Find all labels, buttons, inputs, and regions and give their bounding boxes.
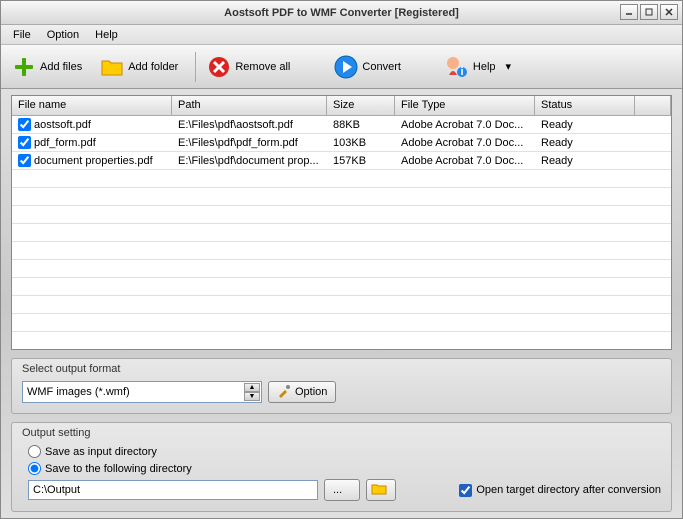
option-button[interactable]: Option [268, 381, 336, 403]
table-row[interactable]: pdf_form.pdf E:\Files\pdf\pdf_form.pdf103… [12, 134, 671, 152]
titlebar: Aostsoft PDF to WMF Converter [Registere… [1, 1, 682, 25]
close-button[interactable] [660, 4, 678, 20]
menu-option[interactable]: Option [39, 27, 87, 43]
format-label: Select output format [22, 363, 661, 375]
cell-type: Adobe Acrobat 7.0 Doc... [395, 153, 535, 169]
radio-save-as-input[interactable] [28, 445, 41, 458]
cell-filename: aostsoft.pdf [34, 119, 91, 131]
grid-header: File name Path Size File Type Status [12, 96, 671, 116]
cell-path: E:\Files\pdf\document prop... [172, 153, 327, 169]
table-row[interactable]: aostsoft.pdf E:\Files\pdf\aostsoft.pdf88K… [12, 116, 671, 134]
save-as-input-label: Save as input directory [45, 446, 157, 458]
empty-row [12, 260, 671, 278]
browse-label: ... [333, 484, 342, 496]
cell-filename: pdf_form.pdf [34, 137, 96, 149]
add-folder-button[interactable]: Add folder [95, 50, 189, 84]
toolbar-separator [195, 52, 196, 82]
empty-row [12, 188, 671, 206]
cell-size: 103KB [327, 135, 395, 151]
empty-row [12, 278, 671, 296]
plus-icon [12, 55, 36, 79]
maximize-button[interactable] [640, 4, 658, 20]
cell-status: Ready [535, 135, 635, 151]
table-row[interactable]: document properties.pdf E:\Files\pdf\docu… [12, 152, 671, 170]
cell-filename: document properties.pdf [34, 155, 153, 167]
row-checkbox[interactable] [18, 154, 31, 167]
empty-row [12, 170, 671, 188]
col-filename[interactable]: File name [12, 96, 172, 115]
add-folder-label: Add folder [128, 61, 178, 73]
folder-open-icon [371, 482, 387, 499]
minimize-button[interactable] [620, 4, 638, 20]
output-path-input[interactable] [28, 480, 318, 500]
option-label: Option [295, 386, 327, 398]
cell-path: E:\Files\pdf\aostsoft.pdf [172, 117, 327, 133]
cell-path: E:\Files\pdf\pdf_form.pdf [172, 135, 327, 151]
empty-row [12, 332, 671, 349]
col-spacer [635, 96, 671, 115]
spin-down[interactable]: ▼ [244, 392, 260, 401]
convert-label: Convert [362, 61, 401, 73]
help-icon: i [445, 55, 469, 79]
open-folder-button[interactable] [366, 479, 396, 501]
empty-row [12, 314, 671, 332]
cell-status: Ready [535, 153, 635, 169]
empty-row [12, 206, 671, 224]
output-label: Output setting [22, 427, 661, 439]
open-target-label: Open target directory after conversion [476, 484, 661, 496]
empty-row [12, 296, 671, 314]
add-files-button[interactable]: Add files [7, 50, 93, 84]
open-target-check-row[interactable]: Open target directory after conversion [459, 484, 661, 497]
chevron-down-icon: ▾ [506, 60, 512, 73]
output-format-section: Select output format WMF images (*.wmf) … [11, 358, 672, 414]
file-grid: File name Path Size File Type Status aos… [11, 95, 672, 350]
app-window: Aostsoft PDF to WMF Converter [Registere… [0, 0, 683, 519]
cell-type: Adobe Acrobat 7.0 Doc... [395, 135, 535, 151]
remove-all-button[interactable]: Remove all [202, 50, 301, 84]
cell-spacer [635, 141, 671, 145]
cell-status: Ready [535, 117, 635, 133]
play-icon [334, 55, 358, 79]
empty-row [12, 224, 671, 242]
format-combo[interactable]: WMF images (*.wmf) ▲ ▼ [22, 381, 262, 403]
folder-icon [100, 55, 124, 79]
remove-icon [207, 55, 231, 79]
format-selected: WMF images (*.wmf) [27, 386, 130, 398]
help-button[interactable]: i Help ▾ [440, 50, 522, 84]
tools-icon [277, 384, 291, 401]
col-filetype[interactable]: File Type [395, 96, 535, 115]
cell-spacer [635, 159, 671, 163]
row-checkbox[interactable] [18, 118, 31, 131]
save-following-label: Save to the following directory [45, 463, 192, 475]
radio-save-following[interactable] [28, 462, 41, 475]
browse-button[interactable]: ... [324, 479, 360, 501]
grid-body[interactable]: aostsoft.pdf E:\Files\pdf\aostsoft.pdf88K… [12, 116, 671, 349]
row-checkbox[interactable] [18, 136, 31, 149]
output-setting-section: Output setting Save as input directory S… [11, 422, 672, 512]
col-path[interactable]: Path [172, 96, 327, 115]
empty-row [12, 242, 671, 260]
remove-all-label: Remove all [235, 61, 290, 73]
menu-help[interactable]: Help [87, 27, 126, 43]
help-label: Help [473, 61, 496, 73]
spin-up[interactable]: ▲ [244, 383, 260, 392]
col-status[interactable]: Status [535, 96, 635, 115]
main-content: File name Path Size File Type Status aos… [1, 89, 682, 518]
col-size[interactable]: Size [327, 96, 395, 115]
svg-text:i: i [460, 66, 463, 78]
window-controls [620, 4, 678, 20]
cell-type: Adobe Acrobat 7.0 Doc... [395, 117, 535, 133]
add-files-label: Add files [40, 61, 82, 73]
toolbar: Add files Add folder Remove all Convert … [1, 45, 682, 89]
convert-button[interactable]: Convert [329, 50, 412, 84]
cell-spacer [635, 123, 671, 127]
menubar: File Option Help [1, 25, 682, 45]
open-target-checkbox[interactable] [459, 484, 472, 497]
combo-spinner: ▲ ▼ [244, 383, 260, 401]
cell-size: 157KB [327, 153, 395, 169]
menu-file[interactable]: File [5, 27, 39, 43]
window-title: Aostsoft PDF to WMF Converter [Registere… [224, 7, 459, 19]
cell-size: 88KB [327, 117, 395, 133]
